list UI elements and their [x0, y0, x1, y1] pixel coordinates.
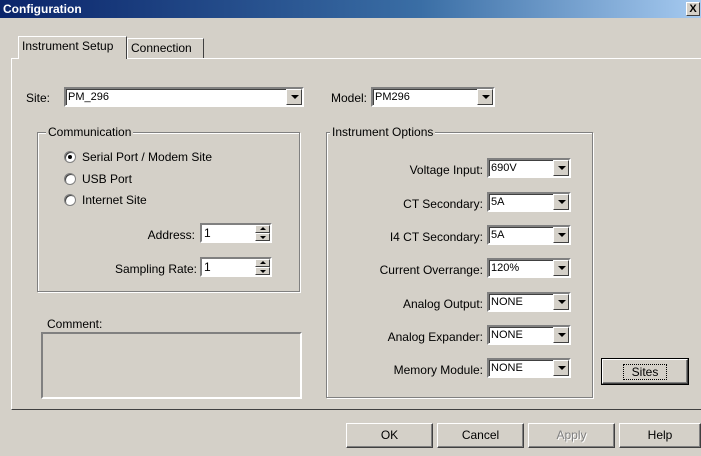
- model-combo[interactable]: PM296: [371, 87, 495, 107]
- radio-usb-port[interactable]: [64, 173, 76, 185]
- site-combo[interactable]: PM_296: [64, 87, 304, 107]
- radio-internet-site[interactable]: [64, 194, 76, 206]
- site-label: Site:: [26, 91, 51, 105]
- chevron-down-icon[interactable]: [553, 360, 569, 376]
- instrument-options-group-label: Instrument Options: [330, 125, 436, 139]
- sites-button-label: Sites: [622, 364, 668, 380]
- sampling-rate-value: 1: [204, 260, 211, 274]
- address-label: Address:: [147, 228, 195, 242]
- radio-internet-site-label: Internet Site: [82, 193, 147, 207]
- chevron-down-icon[interactable]: [553, 327, 569, 343]
- voltage-input-combo[interactable]: 690V: [487, 158, 571, 178]
- radio-serial-port[interactable]: [64, 151, 76, 163]
- cancel-button[interactable]: Cancel: [437, 423, 524, 448]
- ct-secondary-label: CT Secondary:: [403, 197, 483, 211]
- radio-serial-port-label: Serial Port / Modem Site: [82, 150, 213, 164]
- model-label: Model:: [331, 91, 368, 105]
- chevron-down-icon[interactable]: [477, 89, 493, 105]
- sites-button[interactable]: Sites: [601, 358, 689, 385]
- i4-ct-secondary-value: 5A: [491, 229, 505, 241]
- tab-label: Connection: [131, 41, 192, 55]
- chevron-down-icon[interactable]: [553, 194, 569, 210]
- chevron-down-icon[interactable]: [553, 294, 569, 310]
- spin-down-icon[interactable]: [255, 267, 270, 275]
- title-bar: Configuration X: [0, 0, 701, 18]
- communication-group-label: Communication: [46, 125, 134, 139]
- memory-module-label: Memory Module:: [393, 363, 483, 377]
- window-title: Configuration: [3, 2, 82, 16]
- close-button[interactable]: X: [686, 2, 700, 16]
- memory-module-combo[interactable]: NONE: [487, 358, 571, 378]
- analog-output-value: NONE: [491, 296, 523, 308]
- tab-connection[interactable]: Connection: [127, 38, 204, 58]
- current-overrange-label: Current Overrange:: [379, 263, 483, 277]
- ct-secondary-combo[interactable]: 5A: [487, 192, 571, 212]
- address-value: 1: [204, 226, 211, 240]
- i4-ct-secondary-label: I4 CT Secondary:: [389, 230, 483, 244]
- model-value: PM296: [375, 91, 410, 103]
- spin-up-icon[interactable]: [255, 259, 270, 267]
- i4-ct-secondary-combo[interactable]: 5A: [487, 225, 571, 245]
- chevron-down-icon[interactable]: [286, 89, 302, 105]
- sampling-rate-stepper[interactable]: 1: [200, 257, 272, 277]
- tab-label: Instrument Setup: [22, 39, 114, 53]
- voltage-input-value: 690V: [491, 162, 517, 174]
- tab-instrument-setup[interactable]: Instrument Setup: [18, 36, 127, 59]
- chevron-down-icon[interactable]: [553, 227, 569, 243]
- analog-output-combo[interactable]: NONE: [487, 292, 571, 312]
- chevron-down-icon[interactable]: [553, 160, 569, 176]
- analog-expander-label: Analog Expander:: [387, 330, 483, 344]
- radio-usb-port-label: USB Port: [82, 172, 133, 186]
- analog-output-label: Analog Output:: [402, 297, 483, 311]
- voltage-input-label: Voltage Input:: [409, 163, 483, 177]
- current-overrange-value: 120%: [491, 262, 520, 274]
- current-overrange-combo[interactable]: 120%: [487, 258, 571, 278]
- ct-secondary-value: 5A: [491, 196, 505, 208]
- apply-button[interactable]: Apply: [528, 423, 615, 448]
- site-value: PM_296: [68, 91, 109, 103]
- analog-expander-combo[interactable]: NONE: [487, 325, 571, 345]
- ok-button[interactable]: OK: [346, 423, 433, 448]
- spin-down-icon[interactable]: [255, 233, 270, 241]
- address-stepper[interactable]: 1: [200, 223, 272, 243]
- comment-textbox[interactable]: [41, 332, 302, 399]
- spin-up-icon[interactable]: [255, 225, 270, 233]
- sampling-rate-label: Sampling Rate:: [114, 262, 197, 276]
- memory-module-value: NONE: [491, 362, 523, 374]
- comment-label: Comment:: [47, 317, 103, 331]
- analog-expander-value: NONE: [491, 329, 523, 341]
- chevron-down-icon[interactable]: [553, 260, 569, 276]
- help-button[interactable]: Help: [619, 423, 701, 448]
